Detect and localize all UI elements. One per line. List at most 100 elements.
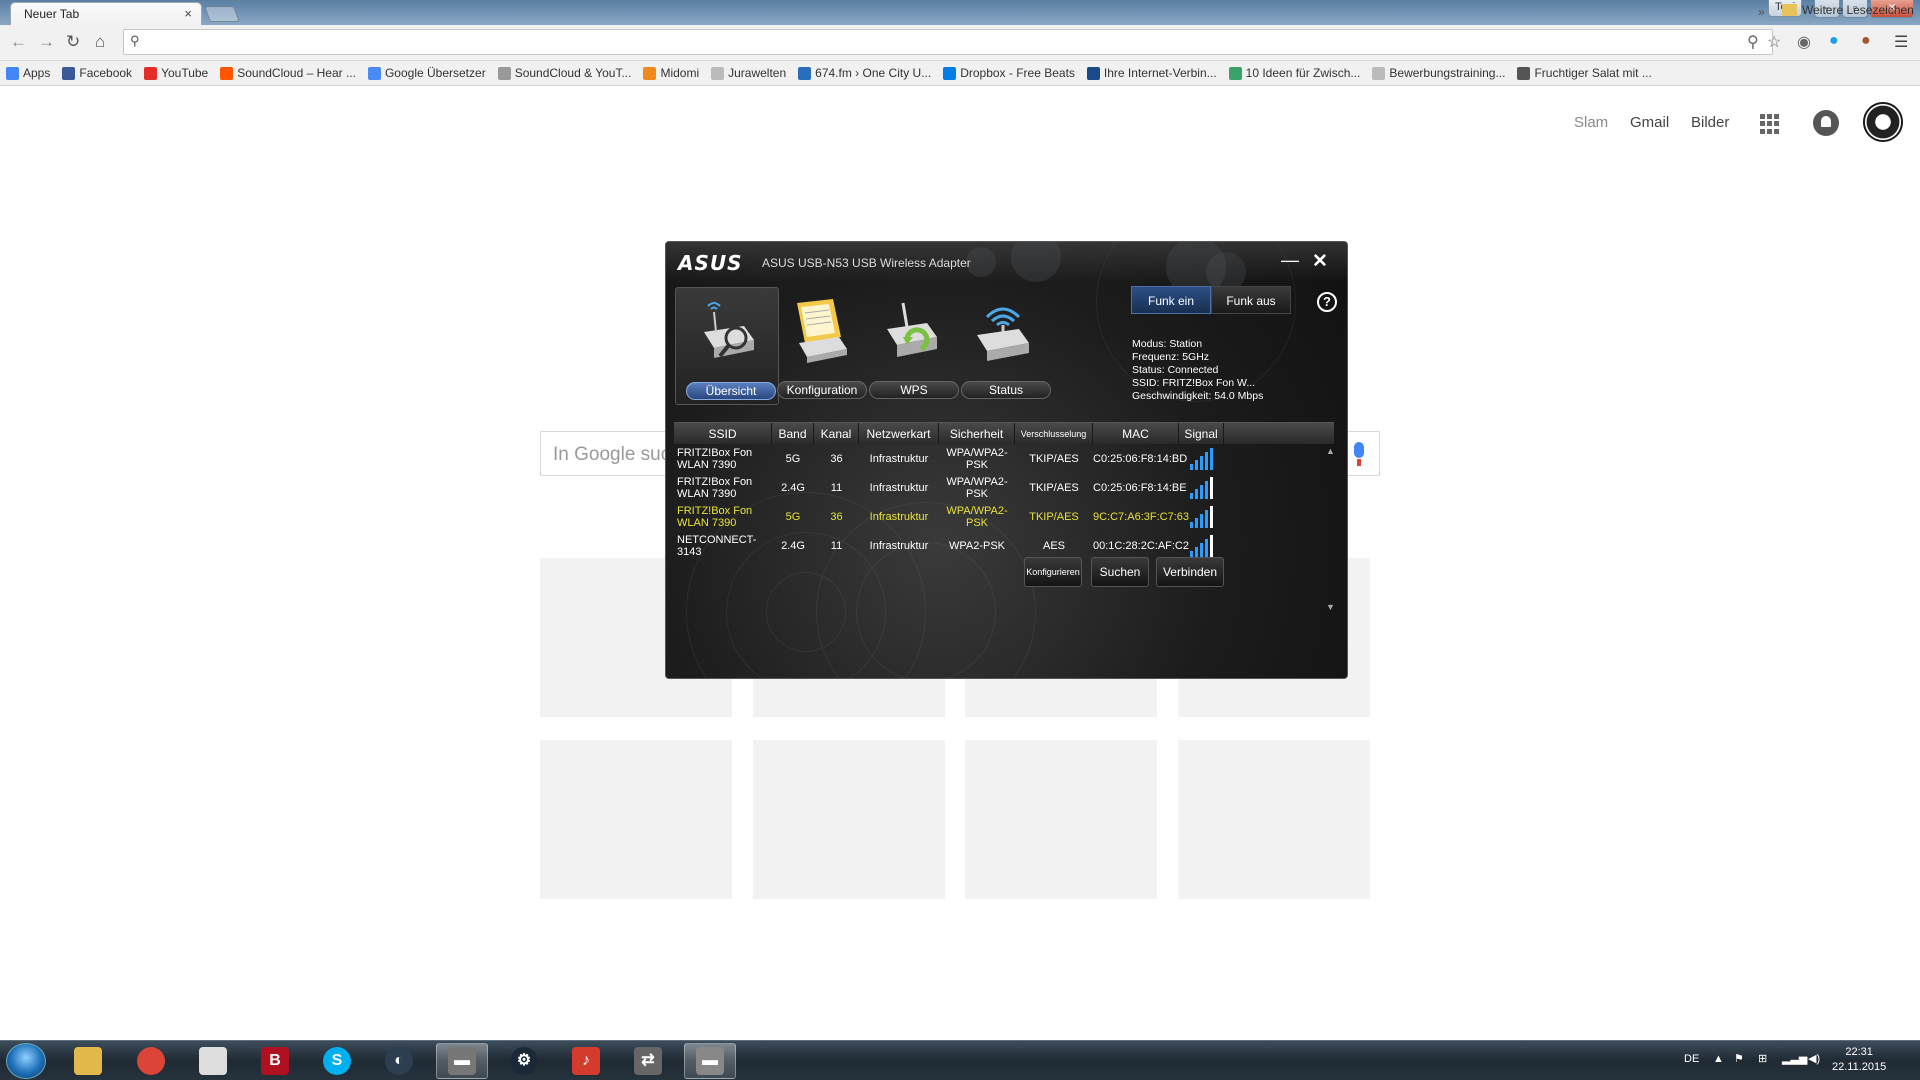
bookmark-item[interactable]: YouTube (144, 66, 208, 80)
cell-security: WPA2-PSK (948, 539, 1006, 552)
nav-overview[interactable]: Übersicht (675, 287, 779, 405)
signal-bar (1195, 546, 1198, 557)
nav-wps[interactable]: WPS (859, 287, 963, 405)
radio-on-button[interactable]: Funk ein (1131, 286, 1211, 314)
bookmark-star-icon[interactable]: ☆ (1767, 32, 1781, 52)
most-visited-tile[interactable] (965, 740, 1157, 899)
bookmark-item[interactable]: Jurawelten (711, 66, 786, 80)
bookmark-item[interactable]: Google Übersetzer (367, 66, 486, 80)
taskbar-network-tool[interactable]: ⇄ (622, 1043, 674, 1079)
col-type-header[interactable]: Netzwerkart (859, 423, 939, 444)
microphone-icon[interactable] (1354, 442, 1364, 466)
bookmark-item[interactable]: Facebook (62, 66, 132, 80)
bookmark-item[interactable]: 10 Ideen für Zwisch... (1228, 66, 1360, 80)
taskbar-bitdefender[interactable]: B (249, 1043, 301, 1079)
table-row[interactable]: FRITZ!Box Fon WLAN 7390 5G 36 Infrastruktur… (674, 502, 1334, 531)
dialog-title-bar[interactable]: ASUS ASUS USB-N53 USB Wireless Adapter —… (666, 242, 1347, 282)
menu-icon[interactable]: ☰ (1894, 32, 1908, 52)
col-signal-header[interactable]: Signal (1179, 423, 1224, 444)
search-button[interactable]: Suchen (1091, 557, 1149, 587)
signal-bar (1205, 480, 1208, 499)
taskbar-chrome[interactable] (125, 1043, 177, 1079)
taskbar-skype[interactable]: S (311, 1043, 363, 1079)
teamspeak-icon: ◐ (385, 1047, 413, 1075)
tab-new-tab[interactable]: Neuer Tab × (10, 2, 202, 25)
dialog-minimize-icon[interactable]: — (1281, 250, 1299, 271)
new-tab-button[interactable] (204, 6, 240, 22)
col-ssid-header[interactable]: SSID (674, 423, 772, 444)
action-center-flag-icon[interactable]: ⚑ (1734, 1052, 1744, 1065)
nav-status[interactable]: Status (951, 287, 1055, 405)
bookmark-item[interactable]: SoundCloud & YouT... (497, 66, 631, 80)
most-visited-tile[interactable] (753, 740, 945, 899)
avatar[interactable] (1863, 102, 1903, 142)
back-arrow-icon[interactable]: ← (10, 32, 27, 52)
bookmarks-overflow-icon[interactable]: » (1758, 5, 1765, 19)
images-link[interactable]: Bilder (1691, 114, 1729, 131)
windows-icon[interactable]: ⊞ (1758, 1052, 1767, 1065)
extension-ball-icon[interactable]: ● (1861, 32, 1871, 50)
table-row[interactable]: FRITZ!Box Fon WLAN 7390 5G 36 Infrastruktur… (674, 444, 1334, 473)
apps-grid-icon[interactable] (1760, 114, 1780, 134)
taskbar-documents[interactable] (187, 1043, 239, 1079)
gmail-link[interactable]: Gmail (1630, 114, 1669, 131)
bookmark-item[interactable]: Ihre Internet-Verbin... (1086, 66, 1217, 80)
most-visited-tile[interactable] (540, 740, 732, 899)
help-icon[interactable]: ? (1317, 292, 1337, 312)
home-icon[interactable]: ⌂ (95, 32, 105, 52)
bookmark-item[interactable]: Midomi (643, 66, 699, 80)
skype-icon: S (323, 1047, 351, 1075)
youtube-icon (144, 66, 158, 80)
table-row[interactable]: NETCONNECT-3143 2.4G 11 Infrastruktur WPA2-P… (674, 531, 1334, 560)
taskbar-wireless-utility[interactable]: ▬ (436, 1043, 488, 1079)
address-bar[interactable]: ⚲ (123, 29, 1773, 55)
configure-button[interactable]: Konfigurieren (1024, 557, 1082, 587)
tab-close-icon[interactable]: × (184, 6, 192, 21)
router-icon: ▬ (696, 1047, 724, 1075)
col-mac-header[interactable]: MAC (1093, 423, 1179, 444)
bookmark-item[interactable]: Dropbox - Free Beats (943, 66, 1075, 80)
volume-icon[interactable]: ◀) (1808, 1052, 1820, 1065)
taskbar-explorer[interactable] (62, 1043, 114, 1079)
reload-icon[interactable]: ↻ (66, 32, 80, 52)
forward-arrow-icon[interactable]: → (38, 32, 55, 52)
network-signal-icon[interactable]: ▂▃▅ (1782, 1052, 1807, 1065)
taskbar-asus-utility[interactable]: ▬ (684, 1043, 736, 1079)
nav-configuration[interactable]: Konfiguration (767, 287, 871, 405)
tray-expand-icon[interactable]: ▲ (1713, 1053, 1724, 1065)
bookmark-item[interactable]: 674.fm › One City U... (798, 66, 931, 80)
notifications-bell-icon[interactable] (1813, 110, 1839, 136)
taskbar-teamspeak[interactable]: ◐ (373, 1043, 425, 1079)
extension-download-icon[interactable]: ◉ (1797, 32, 1811, 52)
radio-off-button[interactable]: Funk aus (1211, 286, 1291, 314)
col-security-header[interactable]: Sicherheit (939, 423, 1015, 444)
table-row[interactable]: FRITZ!Box Fon WLAN 7390 2.4G 11 Infrastrukt… (674, 473, 1334, 502)
signal-strength-icon (1179, 476, 1224, 499)
dropbox-icon (943, 66, 957, 80)
col-channel-header[interactable]: Kanal (814, 423, 859, 444)
other-bookmarks-button[interactable]: Weitere Lesezeichen (1782, 3, 1914, 17)
taskbar-mp3[interactable]: ♪ (560, 1043, 612, 1079)
bookmark-item[interactable]: Apps (6, 66, 50, 80)
dialog-close-icon[interactable]: ✕ (1312, 250, 1328, 273)
bookmark-item[interactable]: Fruchtiger Salat mit ... (1517, 66, 1652, 80)
table-scrollbar[interactable]: ▲ ▼ (1324, 446, 1336, 612)
bookmarks-bar: Apps Facebook YouTube SoundCloud – Hear ...… (0, 61, 1920, 86)
connect-button[interactable]: Verbinden (1156, 557, 1224, 587)
clock[interactable]: 22:31 22.11.2015 (1832, 1045, 1886, 1075)
taskbar-steam[interactable]: ⚙ (498, 1043, 550, 1079)
cell-security: WPA/WPA2-PSK (946, 475, 1008, 500)
bookmark-item[interactable]: SoundCloud – Hear ... (220, 66, 356, 80)
slam-link[interactable]: Slam (1574, 114, 1608, 131)
bookmark-item[interactable]: Bewerbungstraining... (1372, 66, 1505, 80)
col-band-header[interactable]: Band (772, 423, 814, 444)
scroll-down-icon[interactable]: ▼ (1326, 602, 1335, 612)
start-button[interactable] (6, 1043, 46, 1079)
zoom-icon[interactable]: ⚲ (1747, 32, 1759, 52)
col-encryption-header[interactable]: Verschlusselung (1015, 423, 1093, 444)
language-indicator[interactable]: DE (1684, 1053, 1699, 1065)
signal-bar (1205, 451, 1208, 470)
extension-share-icon[interactable]: ● (1829, 32, 1839, 50)
most-visited-tile[interactable] (1178, 740, 1370, 899)
scroll-up-icon[interactable]: ▲ (1326, 446, 1335, 456)
